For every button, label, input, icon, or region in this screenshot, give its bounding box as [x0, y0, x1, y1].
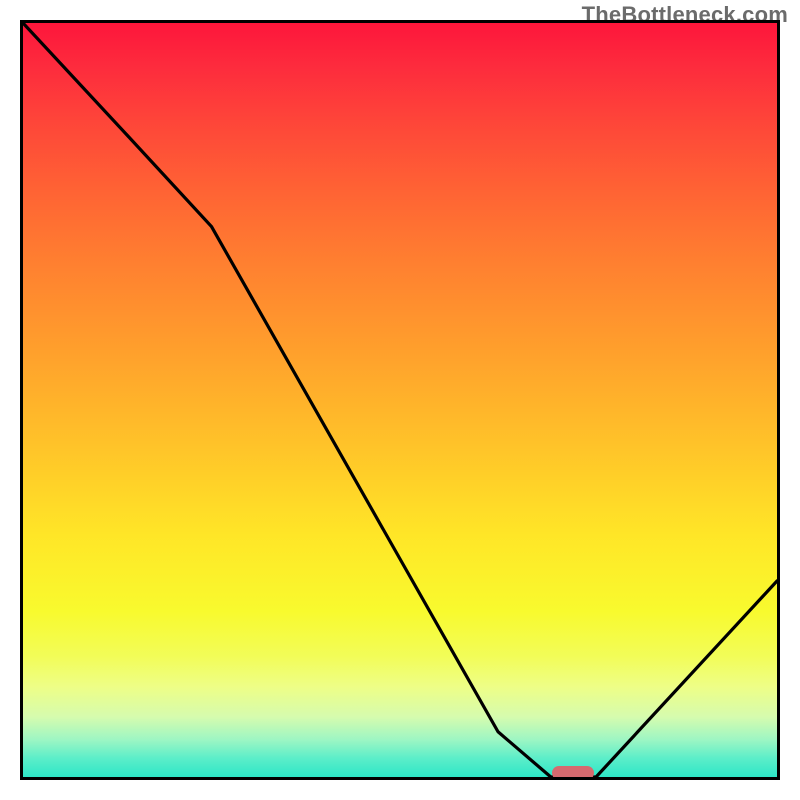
chart-canvas: TheBottleneck.com: [0, 0, 800, 800]
sweet-spot-marker: [552, 766, 594, 780]
plot-area: [20, 20, 780, 780]
bottleneck-curve: [23, 23, 777, 777]
